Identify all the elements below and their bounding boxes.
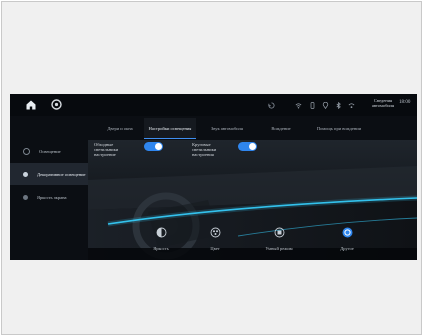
brightness-control[interactable]: Яркость <box>136 225 186 251</box>
lighting-icon <box>23 147 30 155</box>
home-icon[interactable] <box>26 100 36 110</box>
status-bar: Сведения автомобиля 18:00 <box>10 94 417 116</box>
menu-item-label: Яркость экрана <box>37 194 67 200</box>
signal-icon <box>348 103 355 108</box>
car-settings-link[interactable]: Сведения автомобиля <box>371 98 395 108</box>
tab-vehicle-sound[interactable]: Звук автомобиля <box>201 118 253 138</box>
app-launcher-icon[interactable] <box>51 99 62 110</box>
toggle-knob <box>155 143 162 150</box>
phone-icon <box>310 102 315 109</box>
decorative-lighting-icon <box>23 171 28 177</box>
menu-item-label: Освещение <box>39 148 61 154</box>
menu-item-label: Декоративное освещение <box>37 171 86 177</box>
tab-doors-windows[interactable]: Двери и окна <box>94 118 146 138</box>
tab-lighting-settings[interactable]: Настройки освещения <box>144 118 196 139</box>
smart-mode-control[interactable]: Умный режим <box>254 225 304 251</box>
menu-item-decorative-lighting[interactable]: Декоративное освещение <box>10 163 88 185</box>
color-label: Цвет <box>210 246 220 251</box>
smart-mode-icon <box>274 227 284 238</box>
smart-mode-label: Умный режим <box>265 246 293 251</box>
brightness-label: Яркость <box>153 246 169 251</box>
other-icon <box>342 227 352 238</box>
circular-lights-toggle[interactable] <box>238 142 257 151</box>
color-control[interactable]: Цвет <box>190 225 240 251</box>
location-icon <box>322 102 329 109</box>
menu-item-screen-brightness[interactable]: Яркость экрана <box>10 186 88 208</box>
toggle-circular-label: Круговые светильники настроения <box>192 142 217 157</box>
sync-icon <box>268 102 275 109</box>
other-control[interactable]: Другое <box>322 225 372 251</box>
bluetooth-icon <box>336 102 341 109</box>
tab-driving-assistance[interactable]: Помощь при вождении <box>313 118 365 138</box>
screen-brightness-icon <box>23 194 28 200</box>
menu-item-lighting[interactable]: Освещение <box>10 140 88 162</box>
toggle-ambient-label: Обходные светильники настроение <box>94 142 119 157</box>
wifi-icon <box>295 103 302 109</box>
clock: 18:00 <box>399 100 411 105</box>
brightness-icon <box>156 227 166 238</box>
screenshot-frame: Сведения автомобиля 18:00 Двери и окна Н… <box>1 1 422 335</box>
color-icon <box>210 227 220 238</box>
toggle-knob <box>249 143 256 150</box>
tab-driving[interactable]: Вождение <box>255 118 307 138</box>
infotainment-screen: Сведения автомобиля 18:00 Двери и окна Н… <box>10 94 417 260</box>
ambient-lights-toggle[interactable] <box>144 142 163 151</box>
other-label: Другое <box>340 246 354 251</box>
